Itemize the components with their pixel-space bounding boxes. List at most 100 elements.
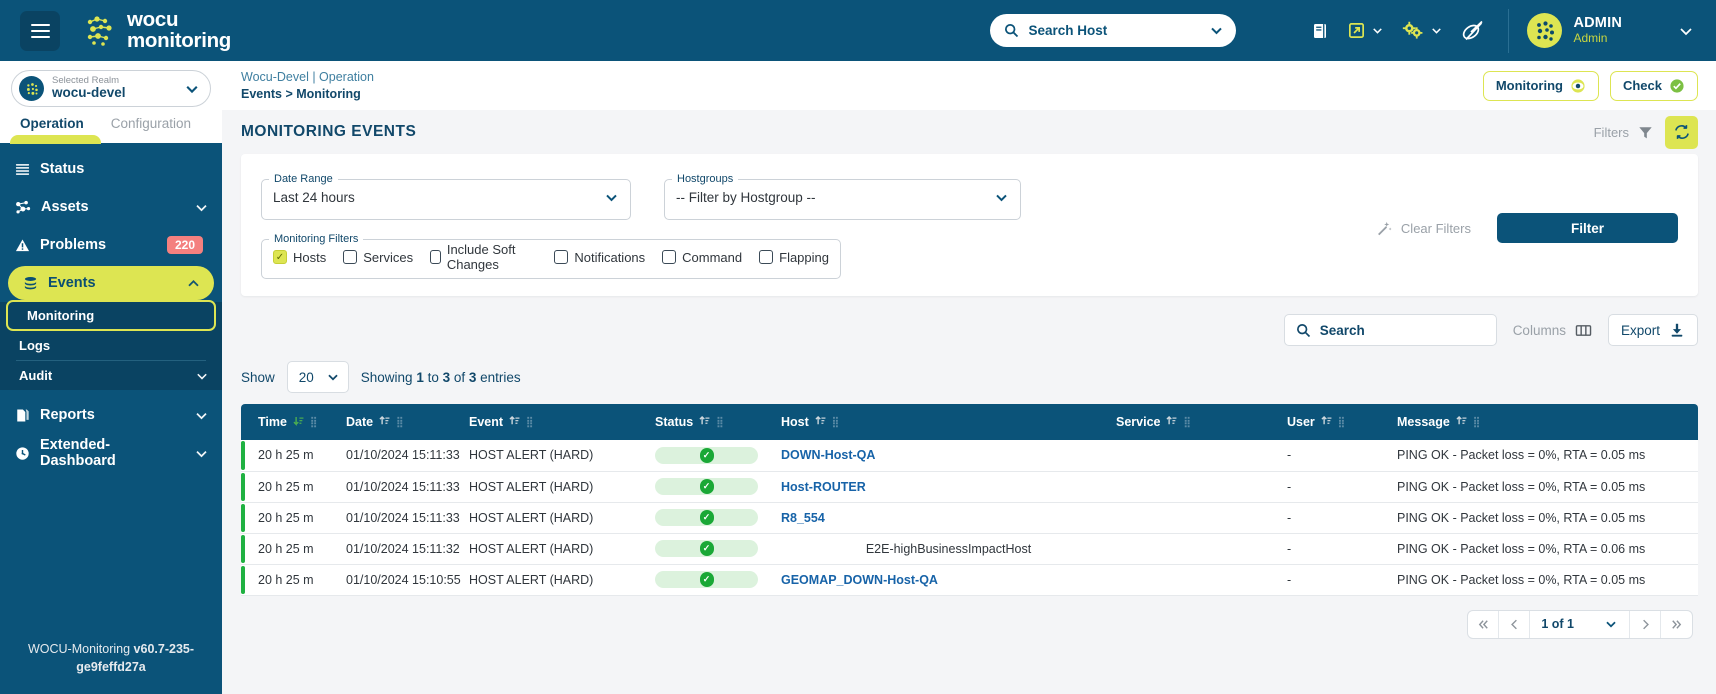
events-stack-icon <box>23 276 38 291</box>
table-row[interactable]: 20 h 25 m 01/10/2024 15:10:55 HOST ALERT… <box>241 564 1698 595</box>
table-row[interactable]: 20 h 25 m 01/10/2024 15:11:33 HOST ALERT… <box>241 471 1698 502</box>
column-drag-grip[interactable]: ⣿ <box>526 417 533 428</box>
chevron-up-icon[interactable] <box>186 276 201 291</box>
hostgroups-select[interactable]: -- Filter by Hostgroup -- <box>676 185 1009 210</box>
brand-logo[interactable]: wocu monitoring <box>84 10 231 50</box>
column-drag-grip[interactable]: ⣿ <box>1183 417 1190 428</box>
sidebar-item-reports[interactable]: Reports <box>0 396 222 434</box>
clear-filters-button[interactable]: Clear Filters <box>1375 220 1471 237</box>
cell-service <box>1116 440 1287 471</box>
column-header-date[interactable]: Date ⣿ <box>346 404 469 440</box>
column-header-service[interactable]: Service ⣿ <box>1116 404 1287 440</box>
sidebar-item-label: Reports <box>40 407 95 423</box>
columns-button[interactable]: Columns <box>1513 323 1592 338</box>
realm-zone: Selected Realm wocu-devel <box>0 61 222 107</box>
column-header-time[interactable]: Time ⣿ <box>241 404 346 440</box>
host-link[interactable]: Host-ROUTER <box>781 480 866 494</box>
host-link[interactable]: DOWN-Host-QA <box>781 448 875 462</box>
table-row[interactable]: 20 h 25 m 01/10/2024 15:11:33 HOST ALERT… <box>241 502 1698 533</box>
checkbox-command[interactable]: Command <box>662 250 742 265</box>
column-drag-grip[interactable]: ⣿ <box>310 417 317 428</box>
sort-icon[interactable] <box>379 416 390 428</box>
column-drag-grip[interactable]: ⣿ <box>832 417 839 428</box>
table-row[interactable]: 20 h 25 m 01/10/2024 15:11:33 HOST ALERT… <box>241 440 1698 471</box>
column-drag-grip[interactable]: ⣿ <box>396 417 403 428</box>
chevron-down-icon[interactable] <box>184 81 200 97</box>
export-button[interactable]: Export <box>1607 314 1698 346</box>
checkbox-hosts[interactable]: ✓ Hosts <box>273 250 326 265</box>
filters-toggle[interactable]: Filters <box>1594 125 1653 140</box>
search-icon <box>1296 323 1311 338</box>
sort-desc-active-icon[interactable] <box>293 416 304 428</box>
sort-icon[interactable] <box>509 416 520 428</box>
date-range-fieldset: Date Range Last 24 hours <box>261 173 631 220</box>
host-link[interactable]: R8_554 <box>781 511 825 525</box>
column-header-user[interactable]: User ⣿ <box>1287 404 1397 440</box>
table-search-input[interactable]: Search <box>1283 314 1497 346</box>
sidebar-item-events[interactable]: Events <box>8 266 214 300</box>
cell-time: 20 h 25 m <box>241 564 346 595</box>
realm-selector[interactable]: Selected Realm wocu-devel <box>11 70 211 107</box>
first-page-button[interactable] <box>1468 610 1500 638</box>
chevron-down-icon[interactable] <box>1209 23 1224 38</box>
checkbox-notifications[interactable]: Notifications <box>554 250 645 265</box>
last-page-button[interactable] <box>1661 611 1692 638</box>
external-link-icon[interactable] <box>1347 21 1384 40</box>
chevron-down-icon[interactable] <box>194 446 209 461</box>
cell-user: - <box>1287 448 1292 463</box>
next-page-button[interactable] <box>1630 610 1661 638</box>
sort-icon[interactable] <box>815 416 826 428</box>
satellite-dish-icon[interactable] <box>1460 19 1486 43</box>
chevron-down-icon[interactable] <box>326 370 340 384</box>
refresh-button[interactable] <box>1665 115 1698 149</box>
sort-icon[interactable] <box>699 416 710 428</box>
column-header-status[interactable]: Status ⣿ <box>655 404 781 440</box>
cell-user: - <box>1287 510 1292 525</box>
checkbox-flapping[interactable]: Flapping <box>759 250 829 265</box>
sort-icon[interactable] <box>1456 416 1467 428</box>
sidebar-nav: Status Assets Problems 220 Events Monito… <box>0 143 222 640</box>
gears-icon[interactable] <box>1401 20 1443 42</box>
checkbox-services[interactable]: Services <box>343 250 413 265</box>
chevron-down-icon[interactable] <box>994 190 1009 205</box>
sidebar-item-status[interactable]: Status <box>0 150 222 188</box>
sort-icon[interactable] <box>1321 416 1332 428</box>
column-header-event[interactable]: Event ⣿ <box>469 404 655 440</box>
column-drag-grip[interactable]: ⣿ <box>1338 417 1345 428</box>
chevron-down-icon[interactable] <box>194 200 209 215</box>
column-header-message[interactable]: Message ⣿ <box>1397 404 1698 440</box>
sidebar-item-problems[interactable]: Problems 220 <box>0 226 222 264</box>
user-account-menu[interactable]: ADMIN Admin <box>1527 13 1704 48</box>
chevron-down-icon[interactable] <box>604 190 619 205</box>
checkbox-include-soft-changes[interactable]: Include Soft Changes <box>430 242 537 272</box>
sidebar-item-assets[interactable]: Assets <box>0 188 222 226</box>
chevron-down-icon[interactable] <box>1430 24 1443 37</box>
sort-icon[interactable] <box>1166 416 1177 428</box>
column-drag-grip[interactable]: ⣿ <box>1473 417 1480 428</box>
sidebar-item-logs[interactable]: Logs <box>0 331 222 360</box>
check-toggle-button[interactable]: Check <box>1609 70 1698 101</box>
column-header-host[interactable]: Host ⣿ <box>781 404 1116 440</box>
hamburger-menu-icon[interactable] <box>20 10 60 51</box>
host-search-input[interactable]: Search Host <box>990 14 1237 47</box>
filter-submit-button[interactable]: Filter <box>1497 213 1678 243</box>
page-selector[interactable]: 1 of 1 <box>1530 610 1630 638</box>
sidebar-item-extended-dashboard[interactable]: Extended-Dashboard <box>0 434 222 472</box>
tab-configuration[interactable]: Configuration <box>111 116 191 143</box>
chevron-down-icon[interactable] <box>1604 617 1618 631</box>
chevron-down-icon[interactable] <box>195 369 209 383</box>
chevron-down-icon[interactable] <box>1678 23 1694 39</box>
host-link[interactable]: GEOMAP_DOWN-Host-QA <box>781 573 938 587</box>
prev-page-button[interactable] <box>1499 610 1531 638</box>
page-size-select[interactable]: 20 <box>286 361 349 393</box>
column-drag-grip[interactable]: ⣿ <box>716 417 723 428</box>
monitoring-toggle-button[interactable]: Monitoring <box>1482 70 1599 101</box>
chevron-down-icon[interactable] <box>1371 24 1384 37</box>
table-row[interactable]: 20 h 25 m 01/10/2024 15:11:32 HOST ALERT… <box>241 533 1698 564</box>
sidebar-item-label: Problems <box>40 237 107 253</box>
date-range-select[interactable]: Last 24 hours <box>273 185 619 210</box>
book-icon[interactable] <box>1310 21 1330 41</box>
sidebar-item-monitoring[interactable]: Monitoring <box>6 300 216 331</box>
sidebar-item-audit[interactable]: Audit <box>0 361 222 390</box>
chevron-down-icon[interactable] <box>194 408 209 423</box>
